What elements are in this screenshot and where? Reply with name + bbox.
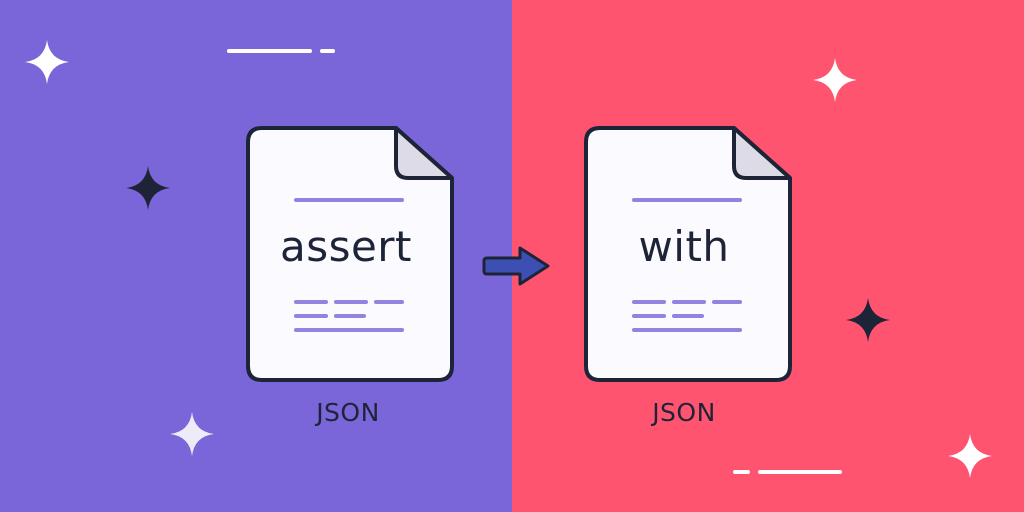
right-arrow-icon [482, 246, 550, 286]
source-format-label: JSON [316, 398, 380, 427]
target-keyword: with [638, 222, 730, 271]
target-file-document: with [584, 126, 794, 382]
source-file-document: assert [246, 126, 456, 382]
target-format-label: JSON [652, 398, 716, 427]
source-keyword: assert [279, 222, 413, 271]
